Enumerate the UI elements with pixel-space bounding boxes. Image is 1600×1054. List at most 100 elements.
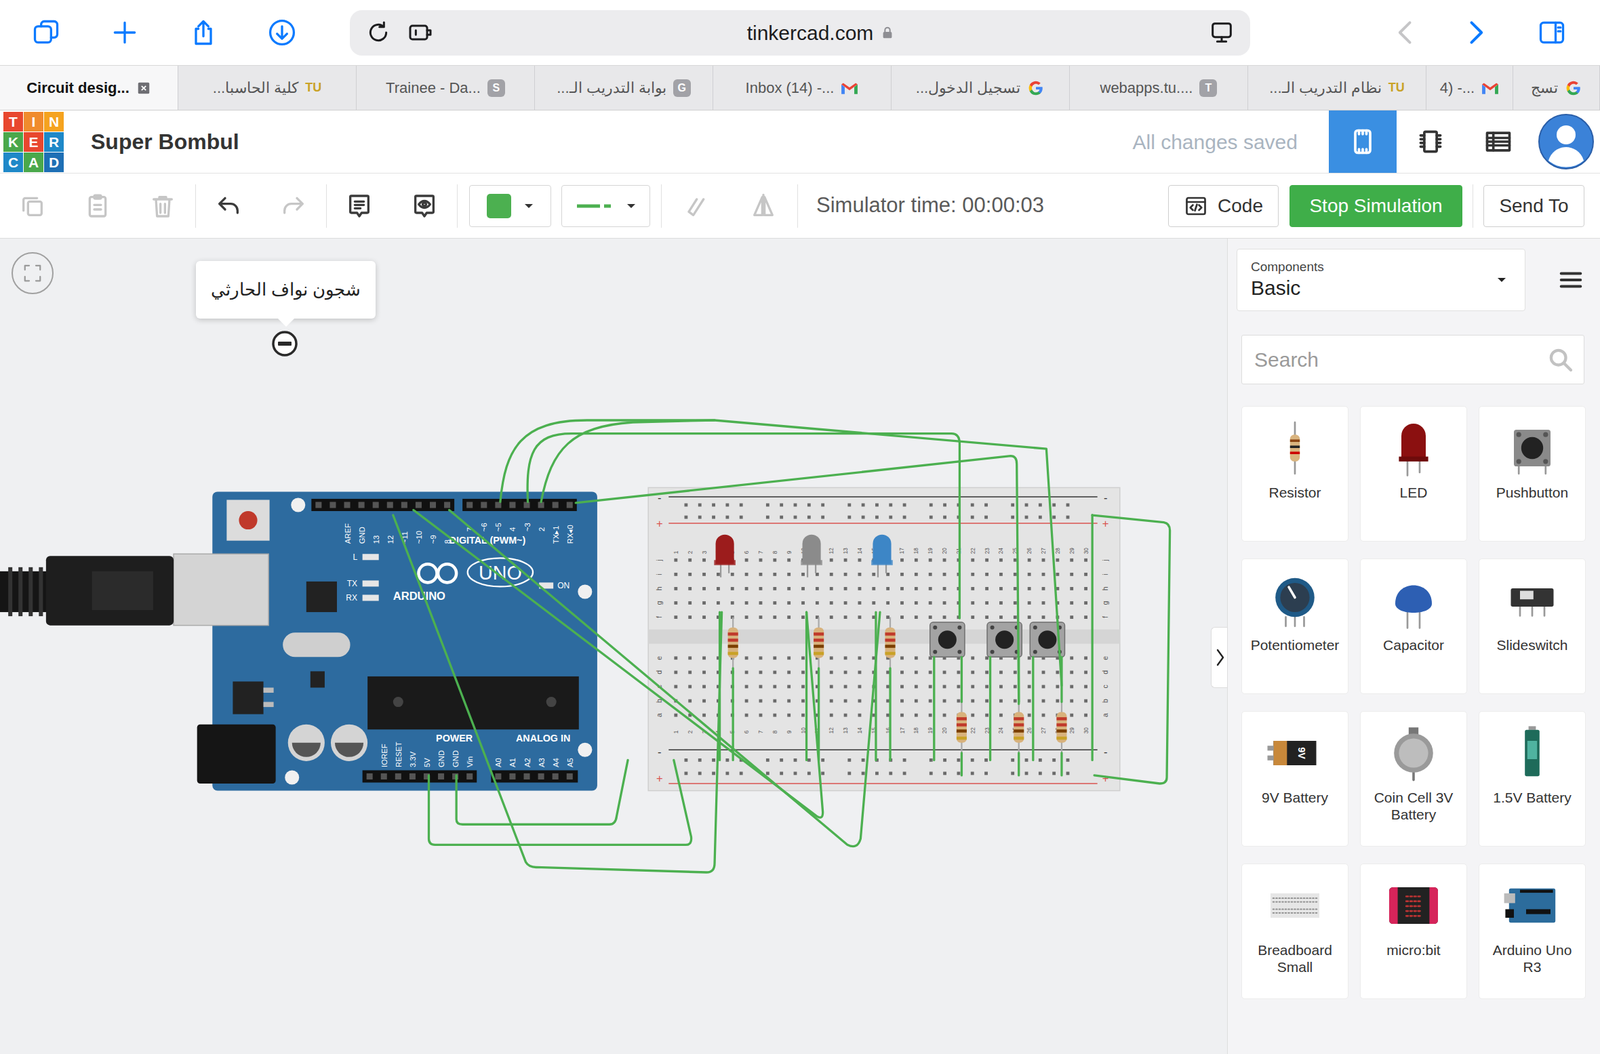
wire[interactable] (1017, 753, 1020, 776)
led-body[interactable] (715, 534, 735, 565)
tab-label[interactable]: 4) -... (1440, 76, 1475, 99)
wire[interactable] (527, 433, 960, 619)
mirror-icon[interactable] (749, 192, 777, 220)
reset-button[interactable] (226, 499, 270, 541)
led-icon[interactable] (1383, 417, 1445, 479)
component-label[interactable]: Coin Cell 3V Battery (1360, 789, 1467, 824)
wire[interactable] (1060, 753, 1063, 776)
wire-style-dropdown[interactable] (561, 185, 651, 228)
wire[interactable] (888, 668, 891, 761)
delete-icon[interactable] (149, 192, 177, 220)
led[interactable] (713, 534, 736, 578)
component-card[interactable]: Slideswitch (1478, 558, 1586, 695)
tab-label[interactable]: تسج (1530, 76, 1558, 99)
resistor[interactable] (1056, 702, 1067, 754)
mirror-button[interactable] (729, 174, 798, 238)
schematic-view-button[interactable] (1396, 110, 1465, 173)
browser-tab[interactable]: نظام التدريب الـ...TU (1248, 65, 1427, 110)
component-card[interactable]: LED (1360, 406, 1468, 542)
wire[interactable] (393, 515, 723, 873)
close-tab-icon[interactable] (136, 80, 152, 96)
component-card[interactable]: Coin Cell 3V Battery (1360, 711, 1468, 847)
wire[interactable] (874, 612, 877, 760)
reader-icon[interactable] (1208, 18, 1236, 47)
wire[interactable] (1060, 656, 1063, 702)
url-text[interactable]: tinkercad.com (747, 17, 874, 49)
wire[interactable] (575, 456, 1019, 705)
component-label[interactable]: 9V Battery (1258, 789, 1331, 807)
component-card[interactable]: Breadboard Small (1241, 863, 1349, 1000)
rotate-button[interactable] (661, 174, 730, 238)
list-view-icon[interactable] (1557, 267, 1584, 293)
address-bar[interactable]: tinkercad.com (349, 10, 1251, 56)
stop-simulation-label[interactable]: Stop Simulation (1309, 191, 1443, 221)
category-value[interactable]: Basic (1250, 275, 1325, 302)
delete-button[interactable] (130, 174, 196, 238)
component-card[interactable]: Potentiometer (1241, 558, 1349, 695)
wire[interactable] (1031, 656, 1034, 760)
code-button[interactable]: Code (1168, 185, 1279, 228)
tab-label[interactable]: تسجيل الدخول... (915, 76, 1021, 99)
wires[interactable] (393, 420, 1171, 873)
pushbutton[interactable] (930, 622, 965, 657)
wire[interactable] (1017, 656, 1020, 702)
color-swatch[interactable] (486, 193, 512, 219)
arduino-board[interactable]: LTXRXONARDUINOUNODIGITAL (PWM~)POWERANAL… (0, 491, 598, 791)
browser-tab[interactable]: بوابة التدريب الـ...G (534, 65, 714, 110)
wire-color-dropdown[interactable] (469, 185, 552, 228)
component-label[interactable]: Potentiometer (1248, 636, 1343, 654)
circuit-diagram[interactable]: LTXRXONARDUINOUNODIGITAL (PWM~)POWERANAL… (0, 238, 1228, 1054)
wire[interactable] (932, 656, 935, 760)
redo-icon[interactable] (280, 192, 308, 220)
user-avatar[interactable] (1532, 113, 1600, 171)
tab-label[interactable]: Inbox (14) -... (745, 76, 835, 99)
caret-down-icon[interactable] (1496, 276, 1508, 284)
browser-tab[interactable]: 4) -... (1426, 65, 1514, 110)
send-to-button[interactable]: Send To (1483, 185, 1585, 228)
wire[interactable] (960, 753, 963, 776)
component-label[interactable]: Pushbutton (1493, 484, 1571, 502)
capacitor-icon[interactable] (1383, 570, 1445, 632)
component-card[interactable]: Pushbutton (1478, 406, 1586, 542)
undo-icon[interactable] (214, 192, 243, 220)
wire[interactable] (989, 656, 992, 760)
component-card[interactable]: Arduino Uno R3 (1478, 863, 1586, 1000)
led-body[interactable] (802, 534, 822, 565)
collapse-panel-button[interactable] (1210, 627, 1228, 689)
pushbutton[interactable] (987, 622, 1022, 657)
note-icon[interactable] (345, 192, 373, 220)
browser-tab[interactable]: كلية الحاسبا...TU (178, 65, 357, 110)
browser-tab[interactable]: Inbox (14) -... (713, 65, 892, 110)
resistor[interactable] (728, 617, 739, 669)
component-label[interactable]: micro:bit (1383, 941, 1443, 959)
stop-simulation-button[interactable]: Stop Simulation (1289, 185, 1463, 228)
wire[interactable] (541, 420, 715, 502)
resistor[interactable] (884, 617, 895, 669)
battery15v-icon[interactable] (1501, 722, 1563, 784)
component-label[interactable]: Capacitor (1380, 636, 1447, 654)
redo-button[interactable] (261, 174, 327, 238)
wire[interactable] (456, 760, 628, 825)
led-body[interactable] (872, 534, 891, 565)
component-label[interactable]: Arduino Uno R3 (1479, 941, 1586, 976)
paste-button[interactable] (65, 174, 131, 238)
browser-tab[interactable]: تسجيل الدخول... (891, 65, 1070, 110)
browser-tab[interactable]: Trainee - Da...S (356, 65, 535, 110)
chevron-right-icon[interactable] (1213, 647, 1226, 668)
note-bubble[interactable]: شجون نواف الحارثي (195, 261, 376, 319)
browser-tab[interactable]: Circuit desig... (0, 65, 179, 110)
pushbutton-icon[interactable] (1501, 417, 1563, 479)
reset-button-cap[interactable] (238, 511, 257, 530)
circuit-view-button[interactable] (1328, 110, 1397, 173)
list-view-icon[interactable] (1483, 126, 1514, 157)
tab-label[interactable]: كلية الحاسبا... (212, 76, 299, 99)
breadboard[interactable]: -+-+-+-+11223344556677889910101111121213… (648, 487, 1120, 791)
component-card[interactable]: 1.5V Battery (1478, 711, 1586, 847)
wire[interactable] (718, 612, 721, 760)
fit-view-icon[interactable] (22, 263, 43, 284)
wire[interactable] (732, 668, 735, 761)
notes-visible-button[interactable] (391, 174, 457, 238)
component-label[interactable]: 1.5V Battery (1490, 789, 1575, 807)
tab-label[interactable]: بوابة التدريب الـ... (556, 76, 667, 99)
tab-label[interactable]: Trainee - Da... (385, 76, 481, 99)
